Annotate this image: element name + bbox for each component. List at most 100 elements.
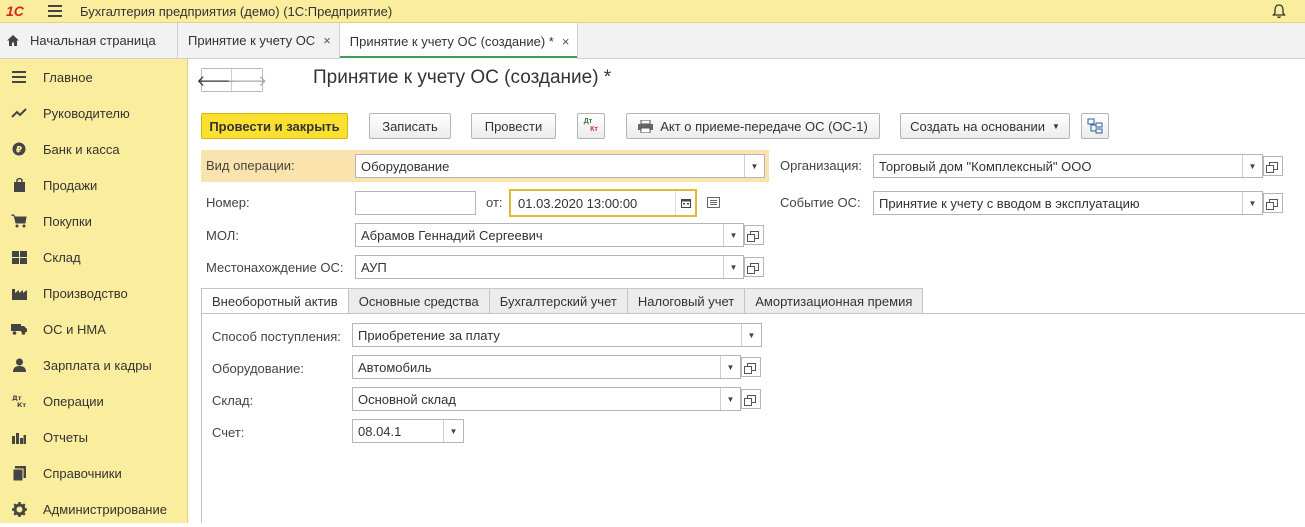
chevron-down-icon[interactable]: ▼ bbox=[1242, 192, 1262, 214]
caret-down-icon: ▼ bbox=[1051, 121, 1060, 131]
number-input[interactable] bbox=[355, 191, 476, 215]
account-value: 08.04.1 bbox=[358, 423, 402, 439]
location-select[interactable]: АУП ▼ bbox=[355, 255, 744, 279]
print-act-label: Акт о приеме-передаче ОС (ОС-1) bbox=[660, 118, 868, 134]
printer-icon bbox=[638, 119, 654, 133]
main-menu-icon[interactable] bbox=[48, 5, 62, 17]
date-from-label: от: bbox=[486, 195, 503, 210]
sidebar-item-main[interactable]: Главное bbox=[0, 59, 187, 95]
tab-asset-acceptance-list[interactable]: Принятие к учету ОС × bbox=[178, 23, 340, 58]
calendar-icon[interactable] bbox=[675, 191, 695, 215]
tab-asset-acceptance-create[interactable]: Принятие к учету ОС (создание) * × bbox=[339, 23, 579, 59]
gear-icon bbox=[10, 501, 28, 517]
dt-kt-button[interactable]: Дт Кт bbox=[577, 113, 605, 139]
operation-select[interactable]: Оборудование ▼ bbox=[355, 154, 765, 178]
sidebar-item-bank[interactable]: ₽ Банк и касса bbox=[0, 131, 187, 167]
equipment-select[interactable]: Автомобиль ▼ bbox=[352, 355, 741, 379]
open-location-button[interactable] bbox=[744, 257, 764, 277]
bell-icon[interactable] bbox=[1271, 3, 1287, 19]
1c-logo: 1С bbox=[6, 3, 24, 19]
sidebar-item-label: Банк и касса bbox=[43, 141, 120, 157]
chevron-down-icon[interactable]: ▼ bbox=[723, 256, 743, 278]
open-mol-button[interactable] bbox=[744, 225, 764, 245]
open-organization-button[interactable] bbox=[1263, 156, 1283, 176]
organization-value: Торговый дом "Комплексный" ООО bbox=[879, 158, 1092, 174]
close-icon[interactable]: × bbox=[562, 34, 570, 49]
dt-kt-icon: Дт Кт bbox=[10, 393, 28, 409]
sidebar-item-admin[interactable]: Администрирование bbox=[0, 491, 187, 527]
chevron-down-icon[interactable]: ▼ bbox=[720, 388, 740, 410]
app-title: Бухгалтерия предприятия (демо) (1С:Предп… bbox=[80, 3, 393, 19]
chevron-down-icon[interactable]: ▼ bbox=[443, 420, 463, 442]
warehouse-label: Склад: bbox=[212, 393, 254, 408]
forward-arrow-icon[interactable]: 🡒 bbox=[227, 69, 267, 91]
ruble-icon: ₽ bbox=[10, 141, 28, 157]
tab-accounting[interactable]: Бухгалтерский учет bbox=[489, 288, 628, 314]
sidebar-item-reports[interactable]: Отчеты bbox=[0, 419, 187, 455]
tab-tax[interactable]: Налоговый учет bbox=[627, 288, 746, 314]
tab-home[interactable]: Начальная страница bbox=[0, 23, 178, 58]
date-value: 01.03.2020 13:00:00 bbox=[518, 195, 638, 211]
tab-home-label: Начальная страница bbox=[30, 33, 156, 48]
tab-depreciation-bonus[interactable]: Амортизационная премия bbox=[745, 288, 924, 314]
operation-value: Оборудование bbox=[361, 158, 450, 174]
sidebar-item-sales[interactable]: Продажи bbox=[0, 167, 187, 203]
sidebar-item-payroll[interactable]: Зарплата и кадры bbox=[0, 347, 187, 383]
open-icon bbox=[1265, 199, 1278, 210]
warehouse-value: Основной склад bbox=[358, 391, 456, 407]
organization-label: Организация: bbox=[780, 158, 863, 173]
chevron-down-icon[interactable]: ▼ bbox=[744, 155, 764, 177]
create-based-on-label: Создать на основании bbox=[910, 118, 1045, 134]
save-button[interactable]: Записать bbox=[369, 113, 451, 139]
close-icon[interactable]: × bbox=[323, 33, 331, 48]
receipt-method-select[interactable]: Приобретение за плату ▼ bbox=[352, 323, 762, 347]
structure-button[interactable] bbox=[1081, 113, 1109, 139]
sidebar-item-label: Руководителю bbox=[43, 105, 130, 121]
event-select[interactable]: Принятие к учету с вводом в эксплуатацию… bbox=[873, 191, 1263, 215]
date-input[interactable]: 01.03.2020 13:00:00 bbox=[509, 189, 697, 217]
structure-icon bbox=[1087, 118, 1103, 134]
print-act-os1-button[interactable]: Акт о приеме-передаче ОС (ОС-1) bbox=[626, 113, 880, 139]
open-event-button[interactable] bbox=[1263, 193, 1283, 213]
tab-bar: Начальная страница Принятие к учету ОС ×… bbox=[0, 23, 1305, 59]
operation-label: Вид операции: bbox=[206, 158, 295, 173]
chevron-down-icon[interactable]: ▼ bbox=[723, 224, 743, 246]
tab-label: Принятие к учету ОС (создание) * bbox=[349, 33, 554, 49]
sidebar-item-operations[interactable]: Дт Кт Операции bbox=[0, 383, 187, 419]
trend-icon bbox=[10, 105, 28, 121]
chevron-down-icon[interactable]: ▼ bbox=[720, 356, 740, 378]
sidebar-item-fixed-assets[interactable]: ОС и НМА bbox=[0, 311, 187, 347]
sidebar-item-production[interactable]: Производство bbox=[0, 275, 187, 311]
chevron-down-icon[interactable]: ▼ bbox=[741, 324, 761, 346]
sidebar-item-label: Справочники bbox=[43, 465, 122, 481]
person-icon bbox=[10, 357, 28, 373]
dt-kt-icon: Дт bbox=[583, 118, 593, 125]
warehouse-select[interactable]: Основной склад ▼ bbox=[352, 387, 741, 411]
mol-label: МОЛ: bbox=[206, 228, 239, 243]
svg-text:₽: ₽ bbox=[16, 146, 22, 156]
post-button[interactable]: Провести bbox=[471, 113, 556, 139]
tab-noncurrent-asset[interactable]: Внеоборотный актив bbox=[201, 288, 349, 314]
sidebar-item-catalogs[interactable]: Справочники bbox=[0, 455, 187, 491]
title-bar: 1С Бухгалтерия предприятия (демо) (1С:Пр… bbox=[0, 0, 1305, 23]
sidebar-item-label: Отчеты bbox=[43, 429, 88, 445]
create-based-on-button[interactable]: Создать на основании ▼ bbox=[900, 113, 1070, 139]
open-icon bbox=[746, 263, 759, 274]
post-and-close-button[interactable]: Провести и закрыть bbox=[201, 113, 348, 139]
sidebar-item-purchases[interactable]: Покупки bbox=[0, 203, 187, 239]
sidebar-item-warehouse[interactable]: Склад bbox=[0, 239, 187, 275]
account-select[interactable]: 08.04.1 ▼ bbox=[352, 419, 464, 443]
organization-select[interactable]: Торговый дом "Комплексный" ООО ▼ bbox=[873, 154, 1263, 178]
factory-icon bbox=[10, 285, 28, 301]
cart-icon bbox=[10, 213, 28, 229]
open-warehouse-button[interactable] bbox=[741, 389, 761, 409]
number-label: Номер: bbox=[206, 195, 250, 210]
comment-icon[interactable] bbox=[707, 197, 720, 208]
sidebar-item-manager[interactable]: Руководителю bbox=[0, 95, 187, 131]
chevron-down-icon[interactable]: ▼ bbox=[1242, 155, 1262, 177]
sidebar: Главное Руководителю ₽ Банк и касса Прод… bbox=[0, 59, 188, 523]
mol-select[interactable]: Абрамов Геннадий Сергеевич ▼ bbox=[355, 223, 744, 247]
open-equipment-button[interactable] bbox=[741, 357, 761, 377]
inner-tabs: Внеоборотный актив Основные средства Бух… bbox=[201, 288, 924, 314]
tab-fixed-assets[interactable]: Основные средства bbox=[348, 288, 490, 314]
